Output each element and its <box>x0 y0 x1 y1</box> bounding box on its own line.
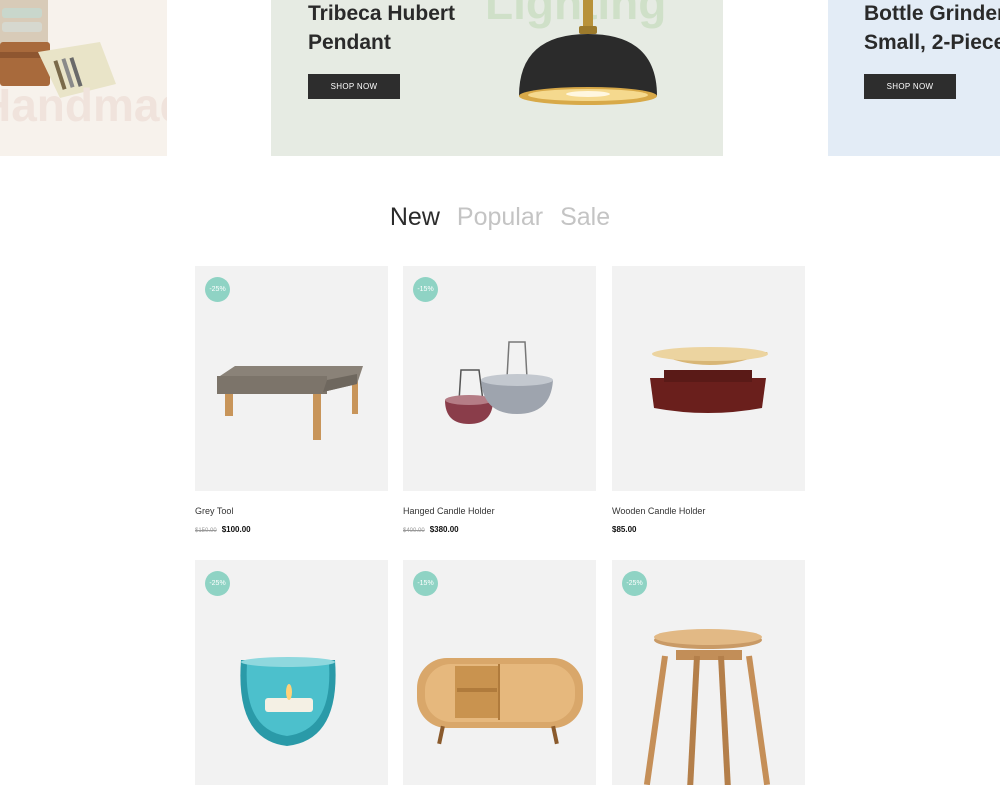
old-price: $150.00 <box>195 528 217 534</box>
wooden-bowl-image <box>650 347 768 413</box>
product-card[interactable]: -25% Grey Tool $150.00 $100.00 <box>195 266 388 534</box>
discount-badge: -25% <box>205 277 230 302</box>
product-card[interactable]: -25% <box>612 560 805 785</box>
banner-title-line2: Small, 2-Piece <box>864 31 1000 54</box>
discount-badge: -25% <box>622 571 647 596</box>
current-price: $85.00 <box>612 525 637 534</box>
product-image[interactable]: -25% <box>612 560 805 785</box>
product-card[interactable]: -15% Hanged Candle Holder $400.00 $380.0… <box>403 266 596 534</box>
tab-sale[interactable]: Sale <box>560 203 610 232</box>
discount-badge: -15% <box>413 277 438 302</box>
product-tabs: New Popular Sale <box>0 203 1000 232</box>
tab-popular[interactable]: Popular <box>457 203 543 232</box>
discount-badge: -15% <box>413 571 438 596</box>
banner-title-line1: Tribeca Hubert <box>308 2 456 25</box>
banner-bottle-grinder[interactable]: Bottle Grinder, Small, 2-Piece SHOP NOW <box>828 0 1000 156</box>
product-card[interactable]: Wooden Candle Holder $85.00 <box>612 266 805 534</box>
product-card[interactable]: -15% <box>403 560 596 785</box>
shop-now-button[interactable]: SHOP NOW <box>864 74 956 99</box>
banner-title-line1: Bottle Grinder, <box>864 2 1000 25</box>
tab-new[interactable]: New <box>390 203 440 232</box>
current-price: $380.00 <box>429 525 459 534</box>
product-image[interactable] <box>612 266 805 491</box>
discount-badge: -25% <box>205 571 230 596</box>
banner-title-line2: Pendant <box>308 31 391 54</box>
product-name[interactable]: Wooden Candle Holder <box>612 506 805 516</box>
pendant-lamp-image <box>519 0 657 105</box>
banner-tribeca-pendant[interactable]: Lighting Tribeca Hubert Pendant SHOP NOW <box>271 0 723 156</box>
banner-title: Bottle Grinder, Small, 2-Piece <box>864 0 1000 57</box>
price-row: $85.00 <box>612 525 805 534</box>
product-name[interactable]: Hanged Candle Holder <box>403 506 596 516</box>
product-image[interactable]: -15% <box>403 560 596 785</box>
shop-now-button[interactable]: SHOP NOW <box>308 74 400 99</box>
product-card[interactable]: -25% <box>195 560 388 785</box>
product-image[interactable]: -15% <box>403 266 596 491</box>
banner-handmade[interactable]: Handmade <box>0 0 167 156</box>
current-price: $100.00 <box>221 525 251 534</box>
ghost-text-handmade: Handmade <box>0 79 167 131</box>
old-price: $400.00 <box>403 528 425 534</box>
price-row: $400.00 $380.00 <box>403 525 596 534</box>
product-image[interactable]: -25% <box>195 560 388 785</box>
banner-title: Tribeca Hubert Pendant <box>308 0 455 57</box>
product-image[interactable]: -25% <box>195 266 388 491</box>
price-row: $150.00 $100.00 <box>195 525 388 534</box>
product-name[interactable]: Grey Tool <box>195 506 388 516</box>
